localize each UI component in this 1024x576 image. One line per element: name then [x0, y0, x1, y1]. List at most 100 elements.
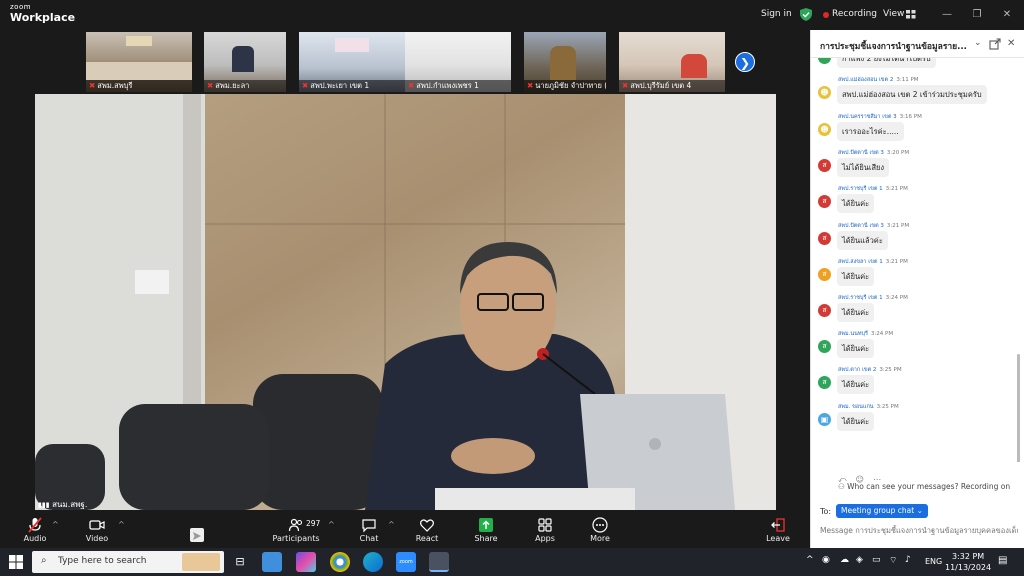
participants-label: Participants	[272, 534, 320, 543]
security-shield-icon[interactable]	[800, 8, 812, 21]
mic-muted-icon: ✖	[302, 81, 309, 90]
maximize-icon[interactable]: ❐	[970, 8, 984, 22]
network-icon[interactable]: ⌔	[889, 555, 897, 566]
chat-sender: สพป.สงขลา เขต 1 3:21 PM	[838, 259, 908, 265]
zoom-app: zoom Workplace Sign in Recording View — …	[0, 0, 1024, 576]
view-grid-icon[interactable]	[906, 10, 916, 19]
person-shape	[550, 46, 576, 80]
chat-sender: สพป.นครราชสีมา เขต 3 3:16 PM	[838, 114, 922, 120]
zoom-logo: zoom Workplace	[10, 4, 75, 24]
leave-button[interactable]: Leave	[753, 510, 803, 548]
participant-thumbnail[interactable]: ✖ สพป.บุรีรัมย์ เขต 4	[619, 32, 725, 92]
message-input[interactable]	[820, 523, 1018, 537]
notification-icon[interactable]: ▤	[998, 555, 1007, 566]
recording-label[interactable]: Recording	[832, 9, 877, 19]
banner-shape	[335, 38, 369, 52]
chat-message-text: ได้ยินค่ะ	[837, 339, 875, 358]
next-page-button[interactable]: ❯	[735, 52, 755, 72]
heart-icon	[420, 519, 434, 532]
participant-thumbnail[interactable]: ✖ สพม.สพบุรี	[86, 32, 192, 92]
audio-options-caret-icon[interactable]: ^	[52, 520, 59, 529]
video-frame-illustration	[35, 94, 776, 510]
close-chat-icon[interactable]: ✕	[1007, 38, 1019, 50]
active-app-icon[interactable]	[429, 552, 449, 572]
participant-thumbnail[interactable]: ✖ สพป.กำแพงเพชร 1	[405, 32, 511, 92]
video-options-caret-icon[interactable]: ^	[118, 520, 125, 529]
audio-button[interactable]: Audio	[10, 510, 60, 548]
chat-scrollbar[interactable]	[1017, 354, 1020, 462]
avatar: ส	[818, 376, 831, 389]
share-screen-icon	[479, 518, 493, 532]
task-view-icon[interactable]: ⊟	[230, 552, 250, 572]
show-hidden-icons-icon[interactable]: ^	[806, 555, 814, 565]
chat-message-text: ไม่ได้ยินเสียง	[837, 158, 890, 177]
share-button[interactable]: Share	[461, 510, 511, 548]
video-button[interactable]: Video	[72, 510, 122, 548]
pop-out-icon[interactable]	[989, 38, 1001, 50]
windows-start-icon[interactable]	[9, 555, 23, 569]
apps-label: Apps	[535, 534, 555, 543]
taskbar-clock[interactable]: 3:32 PM 11/13/2024	[945, 551, 991, 573]
chat-options-caret-icon[interactable]: ^	[388, 520, 395, 529]
thumbnail-caption: ✖ สพม.ยะลา	[204, 80, 286, 92]
chevron-down-icon[interactable]: ⌄	[974, 38, 986, 50]
more-label: More	[590, 534, 610, 543]
sign-in-button[interactable]: Sign in	[761, 9, 792, 19]
view-menu-button[interactable]: View	[883, 9, 904, 19]
tray-shield-icon[interactable]: ◈	[856, 555, 863, 565]
send-icon	[193, 532, 201, 540]
table-shape	[86, 62, 192, 80]
react-button[interactable]: React	[402, 510, 452, 548]
edge-icon[interactable]	[363, 552, 383, 572]
recipient-dropdown[interactable]: Meeting group chat ⌄	[836, 504, 928, 518]
audio-label: Audio	[23, 534, 47, 543]
avatar: ▣	[818, 413, 831, 426]
title-bar: zoom Workplace Sign in Recording View — …	[0, 0, 1011, 30]
chrome-icon[interactable]	[330, 552, 350, 572]
zoom-taskbar-icon[interactable]: zoom	[396, 552, 416, 572]
react-label: React	[415, 534, 439, 543]
thumbnail-caption: ✖ สพม.สพบุรี	[86, 80, 192, 92]
video-label: Video	[85, 534, 109, 543]
participant-thumbnail[interactable]: ✖ สพม.ยะลา	[204, 32, 286, 92]
minimize-icon[interactable]: —	[940, 8, 954, 22]
participants-count: 297	[306, 519, 321, 528]
tray-app-icon[interactable]: ◉	[822, 555, 830, 565]
more-button[interactable]: More	[575, 510, 625, 548]
chat-panel: การประชุมชี้แจงการนำฐานข้อมูลราย... ⌄ ✕ …	[810, 30, 1024, 565]
tray-cloud-icon[interactable]: ☁	[840, 555, 849, 565]
chevron-down-icon: ⌄	[916, 506, 923, 515]
chat-message-list: กำแพง 2 ยังไม่ได้นำไปตรับ ☻ สพป.แม่ฮ่องส…	[811, 58, 1024, 462]
mic-muted-icon	[28, 517, 42, 533]
people-icon: ⚇	[838, 482, 845, 491]
battery-icon[interactable]: ▭	[872, 555, 881, 565]
chat-sender: สพป.ราชบุรี เขต 1 3:24 PM	[838, 295, 908, 301]
avatar: ส	[818, 159, 831, 172]
copilot-icon[interactable]	[296, 552, 316, 572]
close-icon[interactable]: ✕	[1000, 8, 1014, 22]
language-indicator[interactable]: ENG	[925, 557, 942, 566]
chat-title: การประชุมชี้แจงการนำฐานข้อมูลราย...	[820, 42, 967, 52]
volume-icon[interactable]: ♪	[905, 555, 911, 565]
chat-message-text: ได้ยินค่ะ	[837, 303, 875, 322]
send-button[interactable]	[190, 528, 204, 542]
mic-muted-icon: ✖	[207, 81, 214, 90]
chat-button[interactable]: Chat	[344, 510, 394, 548]
search-highlight-image	[182, 553, 220, 571]
participant-thumbnail[interactable]: ✖ สพป.พะเยา เขต 1	[299, 32, 405, 92]
participants-button[interactable]: Participants	[272, 510, 320, 548]
chat-sender: สพป.ปัตตานี เขต 3 3:21 PM	[838, 223, 910, 229]
participants-options-caret-icon[interactable]: ^	[328, 520, 335, 529]
avatar: ☻	[818, 86, 831, 99]
chat-message-text: เรารออะไรค่ะ.....	[837, 122, 904, 141]
participant-thumbnail[interactable]: ✖นายภูมิชัย จำปาทาย (รอ...	[524, 32, 606, 92]
thumbnail-caption: ✖ สพป.บุรีรัมย์ เขต 4	[619, 80, 725, 92]
visibility-notice[interactable]: ⚇ Who can see your messages? Recording o…	[838, 482, 1010, 491]
chat-message-text: ได้ยินค่ะ	[837, 194, 875, 213]
participants-icon	[288, 518, 303, 532]
banner-shape	[126, 36, 152, 46]
file-explorer-icon[interactable]	[262, 552, 282, 572]
person-shape	[232, 46, 254, 72]
apps-button[interactable]: Apps	[520, 510, 570, 548]
mic-muted-icon: ✖	[527, 81, 534, 90]
